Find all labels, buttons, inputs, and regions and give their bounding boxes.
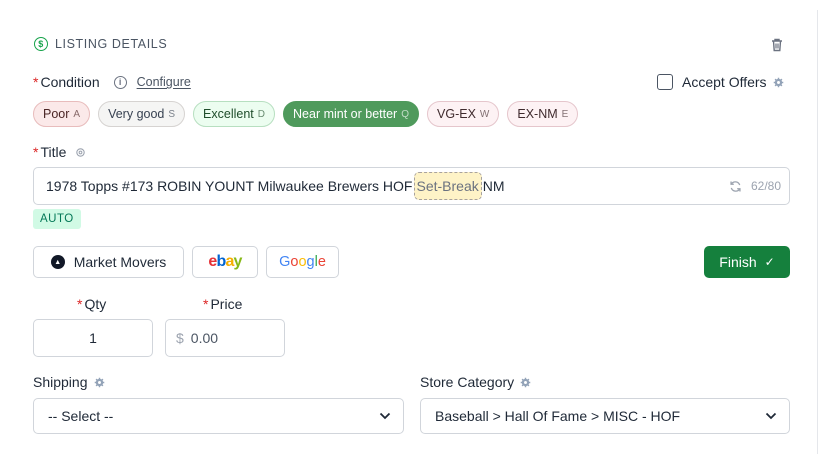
ebay-logo: ebay (208, 253, 242, 270)
condition-option-label: Near mint or better (293, 107, 398, 121)
title-counter-area: 62/80 (729, 179, 781, 193)
condition-options: Poor A Very good S Excellent D Near mint or be… (33, 101, 579, 127)
store-category-label-row: Store Category (420, 374, 531, 390)
title-label-row: * Title (33, 144, 86, 160)
market-movers-label: Market Movers (73, 254, 167, 270)
finish-label: Finish (719, 254, 757, 270)
shipping-select[interactable]: -- Select -- (33, 398, 404, 434)
condition-option-shortcut: A (73, 108, 81, 120)
condition-option-chip[interactable]: VG-EX W (427, 101, 500, 127)
gear-icon[interactable] (520, 377, 531, 388)
shipping-selected-value: -- Select -- (48, 408, 114, 424)
condition-option-chip[interactable]: Near mint or better Q (283, 101, 420, 127)
required-marker: * (77, 296, 83, 312)
condition-option-label: Excellent (203, 107, 254, 121)
gear-icon[interactable] (773, 77, 784, 88)
title-label: Title (40, 144, 67, 160)
condition-option-shortcut: Q (401, 108, 410, 120)
price-label-row: * Price (203, 296, 242, 312)
accept-offers-label: Accept Offers (682, 74, 767, 90)
condition-option-label: VG-EX (437, 107, 476, 121)
title-highlight-token[interactable]: Set-Break (413, 172, 482, 200)
refresh-icon[interactable] (729, 180, 742, 193)
info-icon[interactable]: i (113, 75, 127, 89)
title-text-after: NM (482, 178, 505, 194)
condition-label: Condition (40, 74, 100, 90)
google-logo: Google (279, 254, 326, 270)
gear-icon[interactable] (75, 147, 86, 158)
required-marker: * (33, 144, 39, 160)
condition-option-chip[interactable]: EX-NM E (507, 101, 579, 127)
ebay-button[interactable]: ebay (192, 246, 258, 278)
chevron-down-icon (765, 412, 777, 420)
market-movers-button[interactable]: ▲ Market Movers (33, 246, 184, 278)
qty-label: Qty (84, 296, 107, 312)
condition-option-shortcut: S (168, 108, 176, 120)
trash-icon[interactable] (769, 37, 785, 53)
check-icon: ✓ (764, 255, 775, 269)
store-category-label: Store Category (420, 374, 515, 390)
condition-label-row: * Condition i Configure (33, 74, 191, 90)
condition-option-label: Poor (43, 107, 70, 121)
section-header: $ LISTING DETAILS (34, 37, 167, 51)
price-input[interactable]: $ 0.00 (165, 319, 285, 357)
chevron-down-icon (379, 412, 391, 420)
condition-option-shortcut: E (561, 108, 569, 120)
condition-option-label: Very good (108, 107, 165, 121)
store-category-select[interactable]: Baseball > Hall Of Fame > MISC - HOF (420, 398, 790, 434)
shipping-label-row: Shipping (33, 374, 105, 390)
required-marker: * (203, 296, 209, 312)
title-char-counter: 62/80 (750, 179, 781, 193)
condition-option-chip[interactable]: Very good S (98, 101, 186, 127)
condition-option-shortcut: W (479, 108, 490, 120)
shipping-label: Shipping (33, 374, 88, 390)
google-button[interactable]: Google (266, 246, 339, 278)
finish-button[interactable]: Finish ✓ (704, 246, 790, 278)
store-category-selected-value: Baseball > Hall Of Fame > MISC - HOF (435, 408, 681, 424)
configure-link[interactable]: Configure (137, 75, 191, 89)
price-label: Price (210, 296, 243, 312)
dollar-circle-icon: $ (34, 37, 48, 51)
accept-offers-control[interactable]: Accept Offers (657, 74, 784, 90)
condition-option-chip[interactable]: Excellent D (193, 101, 276, 127)
section-title: LISTING DETAILS (55, 37, 168, 51)
condition-option-shortcut: D (257, 108, 266, 120)
gear-icon[interactable] (94, 377, 105, 388)
market-movers-logo-icon: ▲ (50, 255, 65, 269)
title-input[interactable]: 1978 Topps #173 ROBIN YOUNT Milwaukee Br… (33, 167, 790, 205)
condition-option-chip[interactable]: Poor A (33, 101, 91, 127)
condition-option-label: EX-NM (517, 107, 558, 121)
qty-value: 1 (89, 330, 97, 346)
auto-badge: AUTO (33, 209, 81, 229)
title-text-before: 1978 Topps #173 ROBIN YOUNT Milwaukee Br… (46, 178, 413, 194)
qty-input[interactable]: 1 (33, 319, 153, 357)
required-marker: * (33, 74, 39, 90)
currency-symbol: $ (176, 330, 184, 346)
accept-offers-checkbox[interactable] (657, 74, 673, 90)
qty-label-row: * Qty (77, 296, 106, 312)
price-placeholder: 0.00 (190, 330, 219, 346)
